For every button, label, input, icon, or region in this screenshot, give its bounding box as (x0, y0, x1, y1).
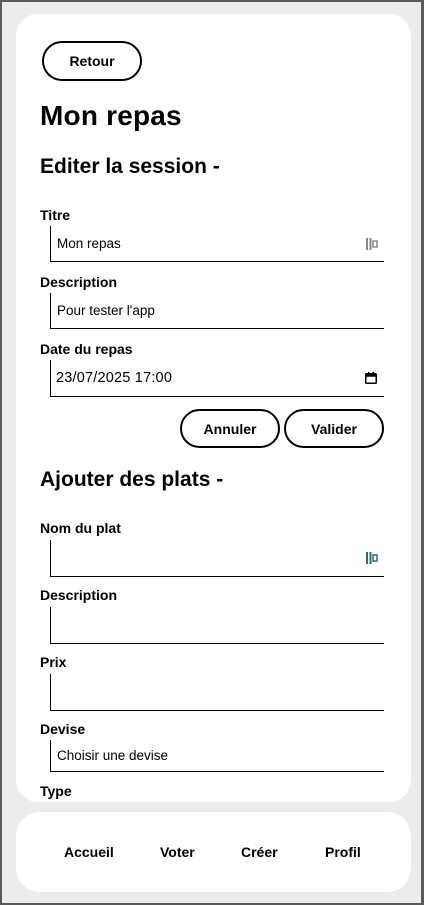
page-title: Mon repas (40, 100, 182, 131)
currency-label: Devise (40, 721, 86, 737)
date-input-value: 23/07/2025 17:00 (56, 370, 173, 386)
app-frame: Retour Mon repas Editer la session - Tit… (2, 2, 421, 903)
price-input[interactable] (50, 674, 384, 711)
cancel-button[interactable]: Annuler (180, 409, 280, 448)
dish-description-input[interactable] (50, 607, 384, 644)
dish-description-label: Description (40, 587, 118, 603)
autofill-icon[interactable] (366, 551, 378, 565)
title-label: Titre (40, 207, 71, 223)
nav-item-voter[interactable]: Voter (160, 844, 195, 860)
bottom-nav: Accueil Voter Créer Profil (16, 812, 411, 892)
dish-name-input[interactable] (50, 540, 384, 577)
back-button[interactable]: Retour (42, 41, 142, 81)
edit-session-heading: Editer la session - (40, 155, 220, 178)
nav-item-profil[interactable]: Profil (325, 844, 361, 860)
date-label: Date du repas (40, 341, 133, 357)
nav-item-accueil[interactable]: Accueil (64, 844, 114, 860)
submit-button[interactable]: Valider (284, 409, 384, 448)
calendar-icon[interactable] (365, 372, 377, 384)
main-card: Retour Mon repas Editer la session - Tit… (16, 14, 411, 802)
price-label: Prix (40, 654, 67, 670)
add-dishes-heading: Ajouter des plats - (40, 468, 224, 491)
currency-select-value: Choisir une devise (57, 748, 169, 763)
description-label: Description (40, 274, 118, 290)
dish-name-label: Nom du plat (40, 520, 121, 536)
description-input-value: Pour tester l'app (57, 303, 155, 318)
currency-select[interactable]: Choisir une devise (50, 740, 384, 772)
nav-item-creer[interactable]: Créer (241, 844, 278, 860)
type-label: Type (40, 783, 72, 799)
autofill-icon[interactable] (366, 237, 378, 251)
title-input-value: Mon repas (57, 236, 121, 251)
description-input[interactable]: Pour tester l'app (50, 293, 384, 329)
date-input[interactable]: 23/07/2025 17:00 (50, 360, 384, 397)
title-input[interactable]: Mon repas (50, 226, 384, 262)
